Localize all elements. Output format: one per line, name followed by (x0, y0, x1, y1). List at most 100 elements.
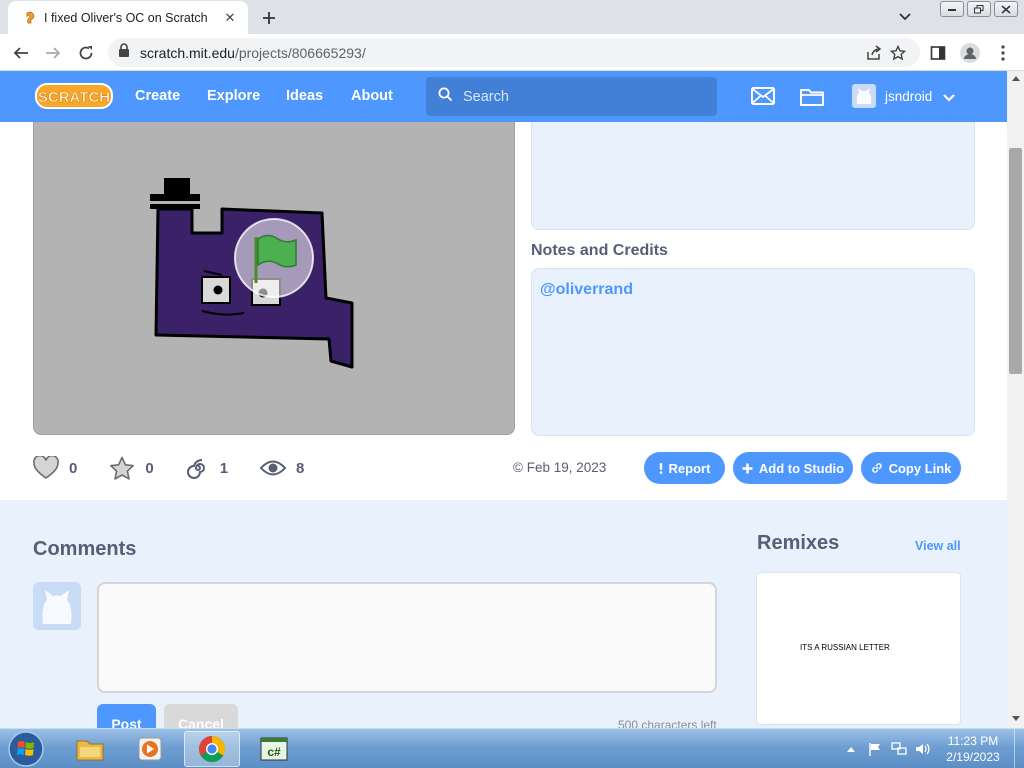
characters-left: 500 characters left (618, 718, 717, 728)
reload-icon[interactable] (74, 41, 98, 65)
forward-icon[interactable] (41, 41, 65, 65)
account-chevron-down-icon[interactable] (940, 87, 958, 109)
comment-textarea[interactable] (97, 582, 717, 693)
logo-text: SCRATCH (38, 89, 110, 106)
side-panel-icon[interactable] (926, 41, 950, 65)
system-tray (842, 729, 938, 768)
windows-logo-icon (8, 731, 44, 767)
username[interactable]: jsndroid (885, 71, 932, 122)
page-scrollbar[interactable] (1007, 71, 1024, 728)
remix-thumbnail[interactable]: ITS A RUSSIAN LETTER (756, 572, 961, 725)
browser-toolbar: scratch.mit.edu/projects/806665293/ (0, 34, 1024, 71)
notes-credits-heading: Notes and Credits (531, 242, 668, 259)
kebab-menu-icon[interactable] (991, 41, 1015, 65)
minimize-icon[interactable] (940, 1, 964, 17)
close-window-icon[interactable] (994, 1, 1018, 17)
taskbar-csharp[interactable]: c# (246, 731, 302, 767)
window-controls (940, 1, 1018, 17)
instructions-box (531, 122, 975, 230)
back-icon[interactable] (9, 41, 33, 65)
report-label: Report (668, 460, 711, 476)
nav-explore[interactable]: Explore (207, 71, 260, 122)
my-stuff-folder-icon[interactable] (799, 85, 825, 107)
search-placeholder: Search (463, 88, 509, 105)
copy-link-label: Copy Link (888, 460, 952, 476)
start-button[interactable] (6, 731, 46, 767)
post-button[interactable]: Post (97, 704, 156, 728)
love-count: 0 (69, 459, 78, 477)
eye-icon (260, 460, 287, 476)
clock-date: 2/19/2023 (946, 750, 1000, 764)
volume-icon[interactable] (914, 741, 932, 757)
scroll-thumb[interactable] (1009, 148, 1022, 374)
search-input[interactable]: Search (426, 77, 717, 116)
scratch-header: SCRATCH Create Explore Ideas About Searc… (0, 71, 1007, 122)
url-text: scratch.mit.edu/projects/806665293/ (140, 45, 366, 61)
taskbar-media-player[interactable] (122, 731, 178, 767)
svg-text:c#: c# (267, 745, 281, 759)
browser-tab[interactable]: I fixed Oliver's OC on Scratch ✕ (8, 1, 248, 34)
bookmark-star-icon[interactable] (888, 44, 908, 62)
system-clock[interactable]: 11:23 PM 2/19/2023 (934, 733, 1012, 765)
scroll-up-arrow-icon[interactable] (1011, 74, 1020, 83)
favorite-stat[interactable]: 0 (109, 456, 154, 481)
nav-ideas[interactable]: Ideas (286, 71, 323, 122)
project-stats: 0 0 1 8 (33, 454, 336, 482)
nav-about[interactable]: About (351, 71, 393, 122)
copy-link-button[interactable]: Copy Link (861, 452, 961, 484)
remixes-heading: Remixes (757, 532, 840, 554)
star-icon (110, 456, 135, 480)
show-hidden-icons-icon[interactable] (842, 741, 860, 757)
view-all-link[interactable]: View all (915, 539, 961, 553)
new-tab-plus-icon[interactable] (258, 7, 280, 29)
network-icon[interactable] (890, 741, 908, 757)
heart-icon (33, 456, 59, 479)
scratch-favicon-icon (22, 10, 38, 26)
comments-heading: Comments (33, 538, 137, 560)
messages-icon[interactable] (750, 85, 776, 107)
remix-thumbnail-text: ITS A RUSSIAN LETTER (800, 643, 890, 652)
remix-stat: 1 (186, 456, 228, 480)
browser-tab-bar: I fixed Oliver's OC on Scratch ✕ (0, 0, 1024, 34)
share-icon[interactable] (864, 44, 884, 62)
tab-search-chevron-down-icon[interactable] (894, 8, 916, 26)
folder-icon (76, 740, 104, 761)
shared-date: © Feb 19, 2023 (513, 460, 607, 475)
action-center-flag-icon[interactable] (866, 741, 884, 757)
scratch-logo[interactable]: SCRATCH (35, 82, 113, 110)
tab-title: I fixed Oliver's OC on Scratch (44, 10, 208, 25)
profile-icon[interactable] (958, 41, 982, 65)
lock-icon[interactable] (118, 43, 130, 62)
url-host: scratch.mit.edu (140, 44, 235, 61)
project-stage[interactable] (33, 122, 515, 435)
comment-avatar (33, 582, 81, 630)
show-desktop-button[interactable] (1014, 729, 1024, 768)
cancel-button[interactable]: Cancel (164, 704, 238, 728)
remix-spiral-icon (186, 459, 205, 479)
url-path: /projects/806665293/ (234, 44, 366, 61)
avatar[interactable] (852, 84, 876, 108)
close-tab-icon[interactable]: ✕ (222, 10, 238, 26)
address-bar[interactable]: scratch.mit.edu/projects/806665293/ (108, 38, 920, 67)
taskbar-explorer[interactable] (62, 731, 118, 767)
nav-create[interactable]: Create (135, 71, 180, 122)
chrome-icon (198, 735, 226, 763)
media-player-icon (138, 737, 162, 761)
report-button[interactable]: Report (644, 452, 725, 484)
project-thumbnail (150, 178, 354, 369)
restore-icon[interactable] (967, 1, 991, 17)
love-stat[interactable]: 0 (33, 456, 77, 480)
lower-section: Comments Post Cancel 500 characters left… (0, 500, 1007, 728)
clock-time: 11:23 PM (947, 734, 999, 748)
taskbar-chrome[interactable] (184, 731, 240, 767)
notes-user-link[interactable]: @oliverrand (540, 281, 633, 298)
scroll-down-arrow-icon[interactable] (1011, 714, 1020, 723)
link-icon (871, 462, 883, 474)
exclamation-icon (659, 462, 663, 474)
view-count: 8 (296, 459, 305, 477)
remix-count: 1 (219, 459, 229, 477)
windows-taskbar: c# 11:23 PM 2/19/2023 (0, 728, 1024, 768)
plus-icon (742, 463, 753, 474)
search-icon (438, 87, 453, 107)
add-to-studio-button[interactable]: Add to Studio (733, 452, 853, 484)
